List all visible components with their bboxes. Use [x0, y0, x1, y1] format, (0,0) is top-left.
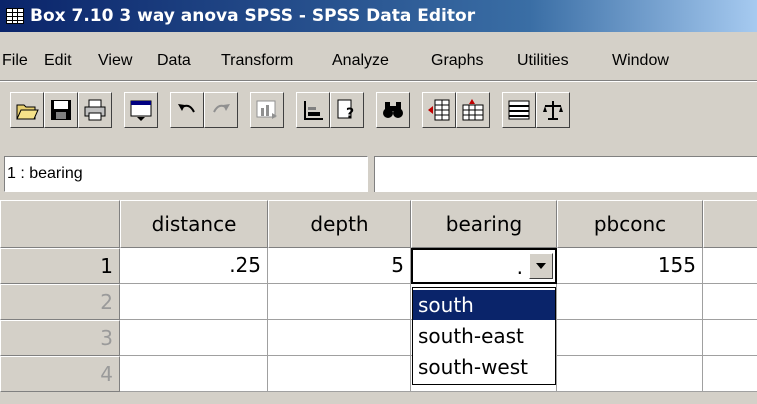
print-button[interactable]: [78, 92, 112, 128]
goto-case-icon: [304, 101, 323, 120]
print-icon: [84, 99, 106, 121]
menu-transform[interactable]: Transform: [221, 52, 293, 70]
cell-depth-3[interactable]: [268, 320, 411, 356]
svg-text:?: ?: [346, 106, 354, 122]
column-header-bearing[interactable]: bearing: [411, 200, 557, 248]
insert-variable-button[interactable]: [456, 92, 490, 128]
menu-edit[interactable]: Edit: [44, 52, 72, 70]
cell-depth-4[interactable]: [268, 356, 411, 392]
cell-distance-3[interactable]: [120, 320, 268, 356]
cell-bearing-1-value: .: [516, 255, 523, 279]
cell-pbconc-3[interactable]: [557, 320, 703, 356]
cell-reference: 1 : bearing: [4, 156, 368, 192]
dropdown-option-south-east[interactable]: south-east: [413, 321, 555, 351]
column-header-distance[interactable]: distance: [120, 200, 268, 248]
goto-case-button[interactable]: [296, 92, 330, 128]
value-dropdown-list: south south-east south-west: [412, 287, 556, 385]
weight-cases-icon: [543, 101, 563, 120]
cell-pbconc-2[interactable]: [557, 284, 703, 320]
variables-icon: ?: [337, 99, 354, 122]
data-grid: distance depth bearing pbconc 1 .25 5 . …: [0, 200, 757, 404]
cell-distance-1[interactable]: .25: [120, 248, 268, 284]
corner-header[interactable]: [0, 200, 120, 248]
column-header-pbconc[interactable]: pbconc: [557, 200, 703, 248]
chevron-down-icon[interactable]: [529, 253, 553, 279]
split-file-button[interactable]: [502, 92, 536, 128]
column-header-empty[interactable]: [703, 200, 757, 248]
cell-distance-4[interactable]: [120, 356, 268, 392]
redo-button[interactable]: [204, 92, 238, 128]
insert-case-icon: [428, 99, 450, 121]
cell-pbconc-4[interactable]: [557, 356, 703, 392]
menu-window[interactable]: Window: [612, 52, 669, 70]
find-button[interactable]: [376, 92, 410, 128]
grid-icon[interactable]: [6, 8, 24, 24]
cell-depth-1[interactable]: 5: [268, 248, 411, 284]
row-header-2[interactable]: 2: [0, 284, 120, 320]
dialog-recall-button[interactable]: [124, 92, 158, 128]
menu-graphs[interactable]: Graphs: [431, 52, 483, 70]
cell-pbconc-1[interactable]: 155: [557, 248, 703, 284]
undo-icon: [178, 104, 195, 113]
row-header-1[interactable]: 1: [0, 248, 120, 284]
open-icon: [16, 104, 39, 120]
menu-bar: File Edit View Data Transform Analyze Gr…: [0, 42, 757, 76]
toolbar: ?: [0, 82, 757, 144]
redo-icon: [213, 104, 230, 113]
dropdown-option-south[interactable]: south: [413, 290, 555, 320]
open-button[interactable]: [10, 92, 44, 128]
split-file-icon: [508, 100, 530, 120]
menu-view[interactable]: View: [98, 52, 132, 70]
dialog-recall-icon: [130, 100, 152, 121]
row-header-4[interactable]: 4: [0, 356, 120, 392]
cell-editor-input[interactable]: [374, 156, 757, 192]
cell-empty-3[interactable]: [703, 320, 757, 356]
find-icon: [383, 102, 403, 118]
dropdown-option-south-west[interactable]: south-west: [413, 352, 555, 382]
menu-file[interactable]: File: [2, 52, 28, 70]
menu-utilities[interactable]: Utilities: [517, 52, 569, 70]
cell-depth-2[interactable]: [268, 284, 411, 320]
column-header-depth[interactable]: depth: [268, 200, 411, 248]
weight-cases-button[interactable]: [536, 92, 570, 128]
title-bar[interactable]: Box 7.10 3 way anova SPSS - SPSS Data Ed…: [0, 0, 757, 32]
insert-variable-icon: [462, 99, 484, 121]
save-icon: [51, 100, 71, 120]
cell-empty-2[interactable]: [703, 284, 757, 320]
row-header-3[interactable]: 3: [0, 320, 120, 356]
undo-button[interactable]: [170, 92, 204, 128]
variables-button[interactable]: ?: [330, 92, 364, 128]
goto-chart-icon: [256, 100, 277, 119]
cell-empty-4[interactable]: [703, 356, 757, 392]
goto-chart-button[interactable]: [250, 92, 284, 128]
menu-data[interactable]: Data: [157, 52, 191, 70]
insert-case-button[interactable]: [422, 92, 456, 128]
cell-empty-1[interactable]: [703, 248, 757, 284]
cell-distance-2[interactable]: [120, 284, 268, 320]
window-title: Box 7.10 3 way anova SPSS - SPSS Data Ed…: [30, 6, 476, 26]
menu-analyze[interactable]: Analyze: [332, 52, 389, 70]
cell-bearing-1[interactable]: .: [411, 248, 557, 284]
save-button[interactable]: [44, 92, 78, 128]
